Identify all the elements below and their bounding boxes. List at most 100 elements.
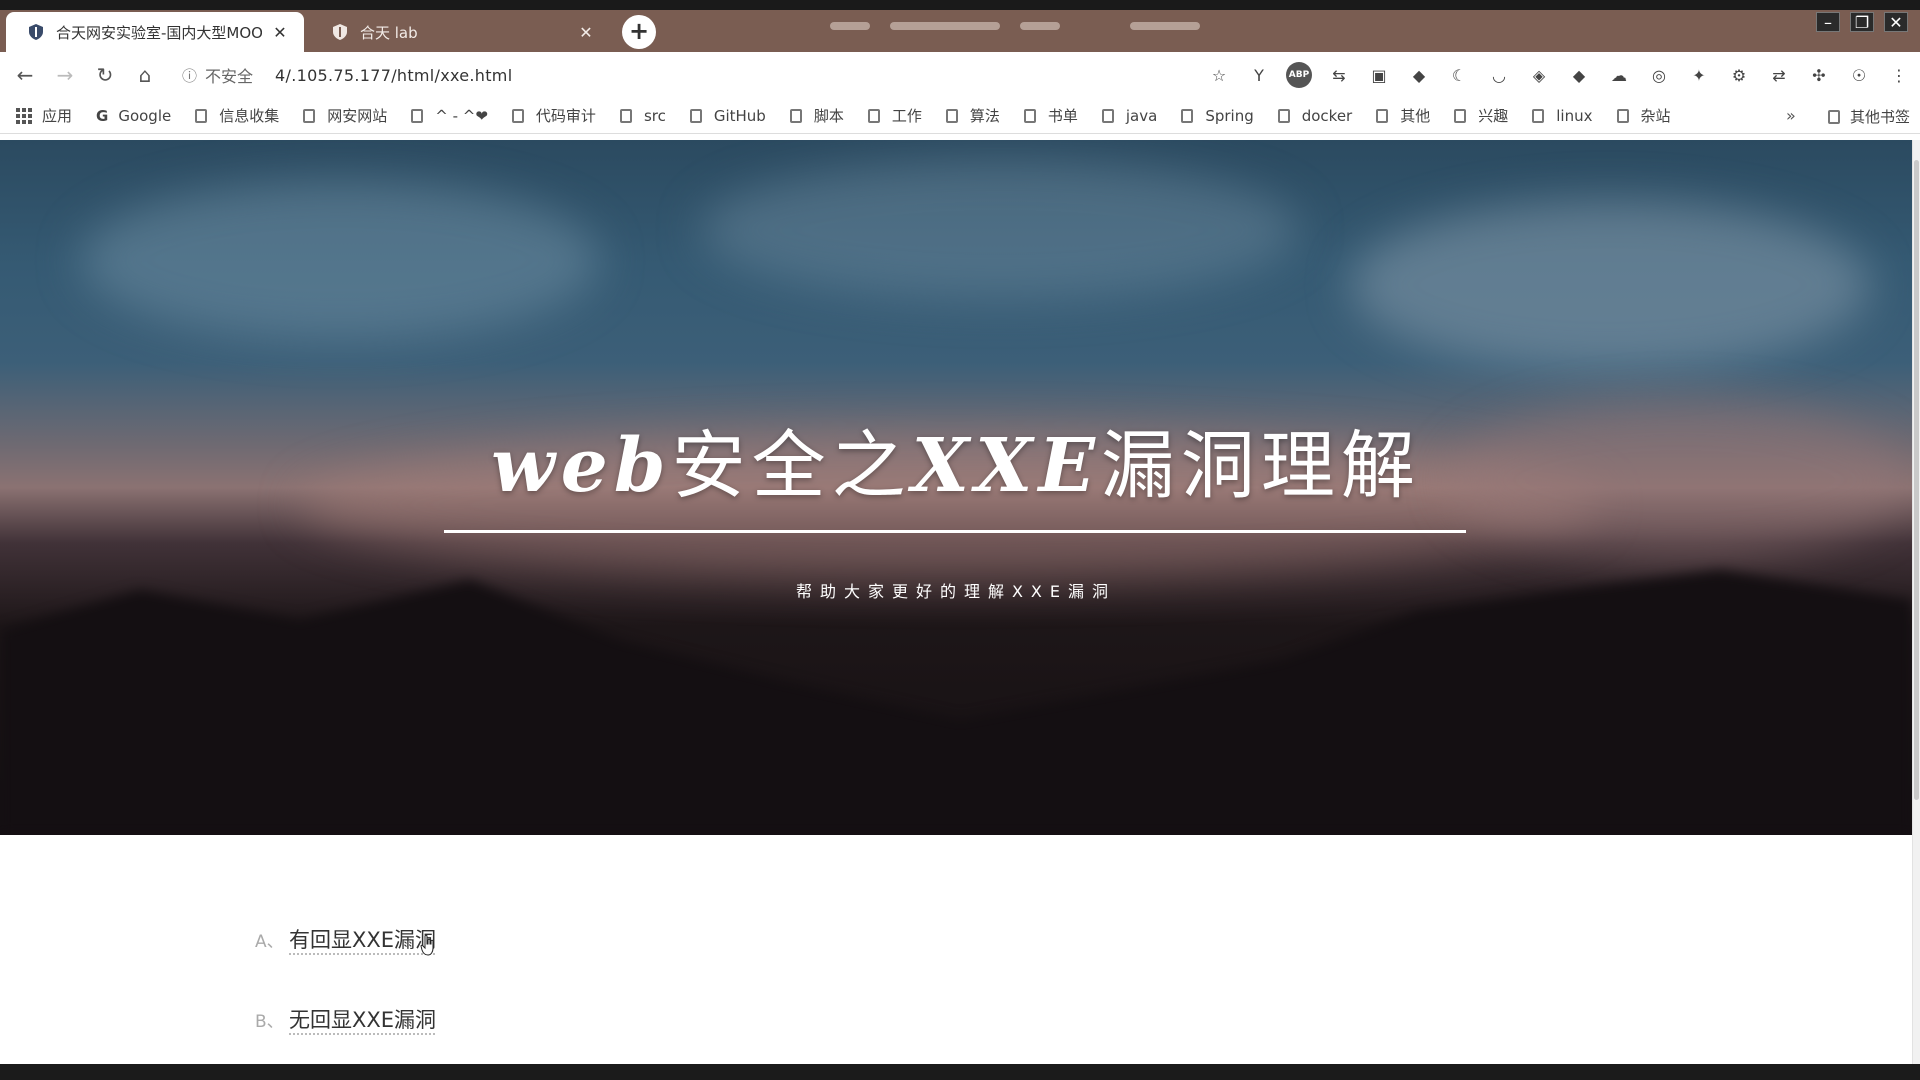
browser-toolbar: ← → ↻ ⌂ ⓘ 不安全 4/.105.75.177/html/xxe.htm… <box>0 52 1920 98</box>
other-bookmarks-label: 其他书签 <box>1850 108 1911 126</box>
tab-title: 合天网安实验室-国内大型MOO <box>56 23 262 42</box>
extension-icon[interactable]: ◆ <box>1406 62 1432 88</box>
title-xxe: XXE <box>911 423 1101 509</box>
mountain-silhouette <box>0 570 1912 835</box>
close-icon[interactable]: ✕ <box>576 23 596 42</box>
folder-icon <box>411 108 424 123</box>
bookmark-label: docker <box>1301 106 1353 125</box>
puzzle-icon[interactable]: ✣ <box>1806 62 1832 88</box>
toc-link-echo-xxe[interactable]: A、 有回显XXE漏洞 <box>255 924 436 954</box>
translate-icon[interactable]: ⇆ <box>1326 62 1352 88</box>
extension-icon[interactable]: ⇄ <box>1766 62 1792 88</box>
toc-link-blind-xxe[interactable]: B、 无回显XXE漏洞 <box>255 1004 436 1034</box>
bookmark-folder[interactable]: Spring <box>1181 107 1254 125</box>
toc-text: 有回显XXE漏洞 <box>289 928 437 952</box>
tab-hetian-mooc[interactable]: 合天网安实验室-国内大型MOO ✕ <box>6 12 304 52</box>
folder-icon <box>195 108 208 123</box>
address-bar[interactable]: ⓘ 不安全 4/.105.75.177/html/xxe.html <box>182 60 1162 90</box>
bookmark-apps[interactable]: 应用 <box>16 105 72 126</box>
bookmark-folder[interactable]: 信息收集 <box>195 105 279 126</box>
extension-icon[interactable]: ⚙ <box>1726 62 1752 88</box>
extension-icon[interactable]: ◎ <box>1646 62 1672 88</box>
bookmark-label: 网安网站 <box>327 107 388 125</box>
extension-icon[interactable]: ✦ <box>1686 62 1712 88</box>
tab-hetian-lab[interactable]: 合天 lab ✕ <box>310 12 610 52</box>
maximize-icon[interactable]: ❐ <box>1850 12 1874 32</box>
bookmark-folder[interactable]: docker <box>1277 106 1353 125</box>
title-divider <box>444 530 1466 533</box>
forward-icon[interactable]: → <box>50 60 80 90</box>
toc-number: A、 <box>255 932 284 952</box>
bookmark-label: java <box>1125 106 1158 125</box>
bookmark-folder[interactable]: 其他 <box>1376 105 1430 126</box>
extension-y-icon[interactable]: Y <box>1246 62 1272 88</box>
extension-icon[interactable]: ◆ <box>1566 62 1592 88</box>
extension-icon[interactable]: ☾ <box>1446 62 1472 88</box>
bookmark-folder[interactable]: 书单 <box>1023 105 1078 126</box>
minimize-icon[interactable]: – <box>1816 12 1840 32</box>
close-icon[interactable]: ✕ <box>270 23 290 42</box>
cloud-shape <box>700 160 1300 300</box>
bookmark-folder[interactable]: 代码审计 <box>511 105 596 126</box>
bookmark-folder[interactable]: ^ - ^❤ <box>411 107 488 125</box>
vertical-scrollbar[interactable] <box>1912 140 1920 1064</box>
shield-icon <box>332 23 348 41</box>
reload-icon[interactable]: ↻ <box>90 60 120 90</box>
back-icon[interactable]: ← <box>10 60 40 90</box>
scrollbar-thumb[interactable] <box>1914 160 1919 800</box>
bookmark-folder[interactable]: java <box>1101 106 1158 125</box>
bookmark-folder[interactable]: src <box>619 106 666 125</box>
bookmarks-overflow-button[interactable]: » <box>1786 106 1796 125</box>
security-label: 不安全 <box>205 67 254 86</box>
bookmark-label: 书单 <box>1047 107 1078 125</box>
bookmark-folder[interactable]: linux <box>1532 107 1593 125</box>
profile-icon[interactable]: ☉ <box>1846 62 1872 88</box>
bookmark-label: 兴趣 <box>1478 107 1509 125</box>
folder-icon <box>945 108 958 123</box>
folder-icon <box>1277 108 1290 123</box>
folder-icon <box>1101 108 1114 123</box>
title-part: 漏洞理解 <box>1100 423 1421 509</box>
bookmark-folder[interactable]: 脚本 <box>789 105 844 126</box>
bookmark-label: GitHub <box>713 106 766 125</box>
cloud-shape <box>80 180 600 340</box>
bookmark-folder[interactable]: 兴趣 <box>1454 105 1508 126</box>
other-bookmarks[interactable]: 其他书签 <box>1828 106 1910 127</box>
toc-text: 无回显XXE漏洞 <box>289 1008 437 1032</box>
bookmark-google[interactable]: G Google <box>96 107 171 125</box>
pocket-icon[interactable]: ◡ <box>1486 62 1512 88</box>
tab-title: 合天 lab <box>360 23 418 42</box>
info-icon[interactable]: ⓘ <box>182 65 197 86</box>
adblock-icon[interactable]: ABP <box>1286 62 1312 88</box>
folder-icon <box>789 108 802 123</box>
bookmark-folder[interactable]: GitHub <box>689 106 766 125</box>
folder-icon <box>1828 109 1840 124</box>
bookmark-folder[interactable]: 网安网站 <box>303 105 387 126</box>
title-web: web <box>491 423 672 509</box>
bookmark-star-icon[interactable]: ☆ <box>1206 62 1232 88</box>
folder-icon <box>1616 108 1629 123</box>
close-window-icon[interactable]: ✕ <box>1884 12 1908 32</box>
bookmark-folder[interactable]: 工作 <box>867 105 922 126</box>
title-part: 安全之 <box>671 423 912 509</box>
bookmark-folder[interactable]: 算法 <box>945 105 1000 126</box>
bookmark-folder[interactable]: 杂站 <box>1616 105 1671 126</box>
toc-number: B、 <box>255 1012 284 1032</box>
home-icon[interactable]: ⌂ <box>130 60 160 90</box>
folder-icon <box>1376 108 1389 123</box>
extension-icon[interactable]: ▣ <box>1366 62 1392 88</box>
menu-icon[interactable]: ⋮ <box>1886 62 1912 88</box>
new-tab-button[interactable]: + <box>622 15 656 49</box>
bookmark-label: 代码审计 <box>535 107 596 125</box>
extension-icon[interactable]: ◈ <box>1526 62 1552 88</box>
bookmark-label: 信息收集 <box>219 107 280 125</box>
blurred-region <box>1020 22 1060 30</box>
bookmark-label: src <box>643 106 666 125</box>
page-title: web安全之XXE漏洞理解 <box>0 406 1912 513</box>
window-controls: – ❐ ✕ <box>1816 12 1908 34</box>
cloud-icon[interactable]: ☁ <box>1606 62 1632 88</box>
shield-icon <box>28 23 44 41</box>
page-subtitle: 帮助大家更好的理解XXE漏洞 <box>795 582 1117 601</box>
url-text[interactable]: 4/.105.75.177/html/xxe.html <box>275 66 512 85</box>
google-icon: G <box>96 106 109 125</box>
